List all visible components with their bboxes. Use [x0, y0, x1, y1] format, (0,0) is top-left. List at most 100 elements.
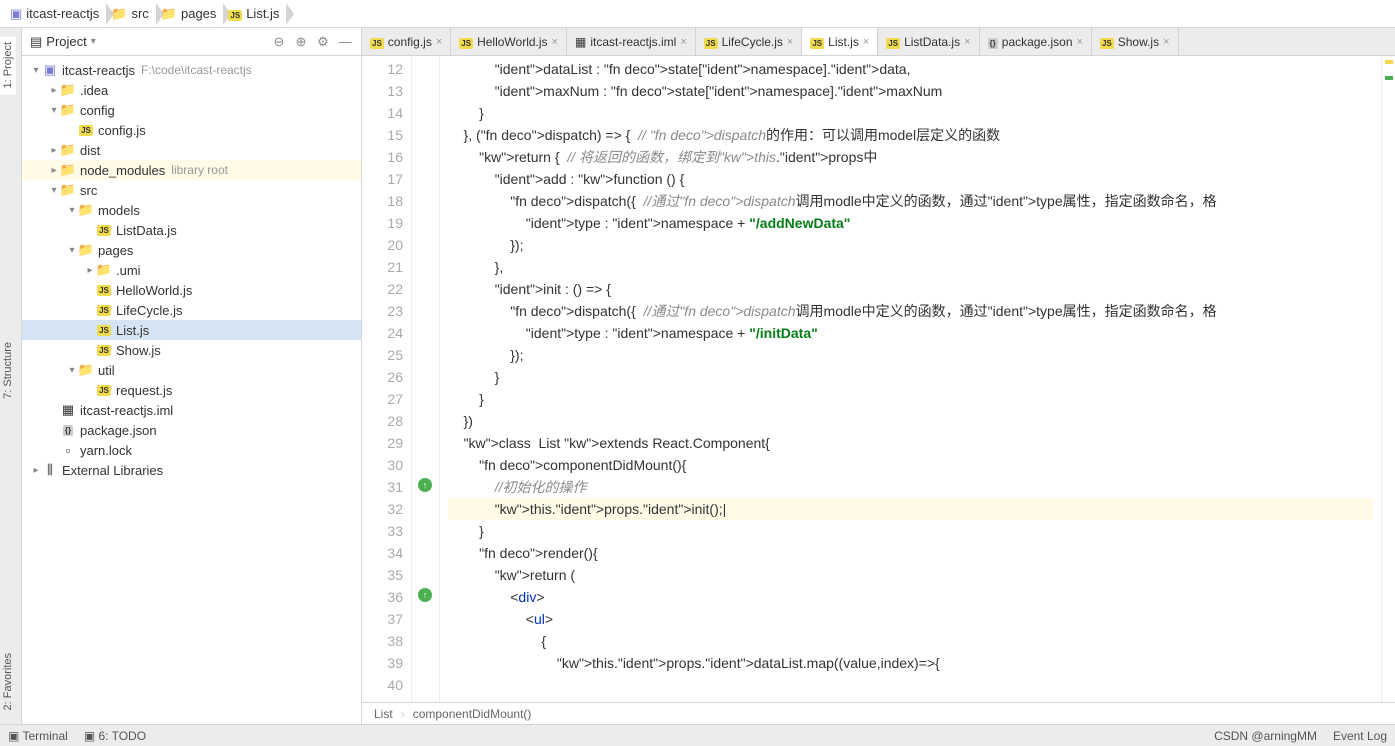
status-item[interactable]: CSDN @arningMM — [1214, 729, 1317, 743]
tree-node[interactable]: ▾ 📁 config — [22, 100, 361, 120]
code-line[interactable]: "ident">init : () => { — [448, 278, 1373, 300]
tree-node[interactable]: ▾ 📁 models — [22, 200, 361, 220]
status-tool-button[interactable]: ▣ 6: TODO — [84, 729, 146, 743]
chevron-down-icon[interactable]: ▾ — [91, 36, 96, 47]
close-icon[interactable]: × — [1163, 36, 1169, 48]
tree-node[interactable]: ▾ ▣ itcast-reactjs F:\code\itcast-reactj… — [22, 60, 361, 80]
tree-arrow-icon[interactable]: ▸ — [48, 85, 60, 96]
code-line[interactable]: "ident">type : "ident">namespace + "/add… — [448, 212, 1373, 234]
code-line[interactable]: "kw">this."ident">props."ident">init();| — [448, 498, 1373, 520]
tree-arrow-icon[interactable]: ▸ — [48, 145, 60, 156]
tree-node[interactable]: ▦ itcast-reactjs.iml — [22, 400, 361, 420]
editor-tab[interactable]: JSLifeCycle.js × — [696, 28, 803, 55]
tree-arrow-icon[interactable]: ▸ — [48, 165, 60, 176]
code-line[interactable]: "kw">this."ident">props."ident">dataList… — [448, 652, 1373, 674]
locate-icon[interactable]: ⊕ — [293, 34, 309, 50]
code-line[interactable]: { — [448, 630, 1373, 652]
tree-node[interactable]: ▫ yarn.lock — [22, 440, 361, 460]
breadcrumb-item[interactable]: ▣itcast-reactjs — [6, 3, 107, 25]
tree-node[interactable]: JS LifeCycle.js — [22, 300, 361, 320]
close-icon[interactable]: × — [680, 36, 686, 48]
breadcrumb-item[interactable]: 📁pages — [157, 3, 225, 25]
tree-node[interactable]: ▸ 📁 .umi — [22, 260, 361, 280]
code-line[interactable]: "fn deco">componentDidMount(){ — [448, 454, 1373, 476]
close-icon[interactable]: × — [1077, 36, 1083, 48]
tree-node[interactable]: ▸ ⫼ External Libraries — [22, 460, 361, 480]
code-line[interactable]: "ident">type : "ident">namespace + "/ini… — [448, 322, 1373, 344]
tree-node[interactable]: JS config.js — [22, 120, 361, 140]
tree-arrow-icon[interactable]: ▸ — [30, 465, 42, 476]
code-line[interactable]: }, ("fn deco">dispatch) => { // "fn deco… — [448, 124, 1373, 146]
code-line[interactable]: "ident">maxNum : "fn deco">state["ident"… — [448, 80, 1373, 102]
project-dropdown-icon[interactable]: ▤ — [30, 34, 42, 50]
tree-node[interactable]: JS Show.js — [22, 340, 361, 360]
collapse-icon[interactable]: ⊖ — [271, 34, 287, 50]
tree-node[interactable]: {} package.json — [22, 420, 361, 440]
code-line[interactable]: <div> — [448, 586, 1373, 608]
status-item[interactable]: Event Log — [1333, 729, 1387, 743]
code-breadcrumb-item[interactable]: componentDidMount() — [413, 707, 532, 721]
tree-node[interactable]: ▾ 📁 util — [22, 360, 361, 380]
tree-arrow-icon[interactable]: ▾ — [66, 205, 78, 216]
editor-tab[interactable]: ▦itcast-reactjs.iml × — [567, 28, 696, 55]
editor-tab[interactable]: JSShow.js × — [1092, 28, 1179, 55]
tree-arrow-icon[interactable]: ▾ — [30, 65, 42, 76]
project-tree[interactable]: ▾ ▣ itcast-reactjs F:\code\itcast-reactj… — [22, 56, 361, 724]
tree-node[interactable]: ▸ 📁 dist — [22, 140, 361, 160]
tree-arrow-icon[interactable]: ▸ — [84, 265, 96, 276]
code-line[interactable]: }); — [448, 344, 1373, 366]
tree-node[interactable]: ▸ 📁 node_modules library root — [22, 160, 361, 180]
close-icon[interactable]: × — [964, 36, 970, 48]
breadcrumb-item[interactable]: 📁src — [107, 3, 157, 25]
code-line[interactable]: "kw">class List "kw">extends React.Compo… — [448, 432, 1373, 454]
close-icon[interactable]: × — [787, 36, 793, 48]
tree-node[interactable]: JS request.js — [22, 380, 361, 400]
code-line[interactable]: } — [448, 388, 1373, 410]
code-line[interactable]: "fn deco">dispatch({ //通过"fn deco">dispa… — [448, 190, 1373, 212]
tree-arrow-icon[interactable]: ▾ — [66, 365, 78, 376]
code-line[interactable]: "ident">dataList : "fn deco">state["iden… — [448, 58, 1373, 80]
editor-tab[interactable]: {}package.json × — [980, 28, 1092, 55]
code-line[interactable]: }) — [448, 410, 1373, 432]
right-error-stripe[interactable] — [1381, 56, 1395, 702]
tree-node[interactable]: JS ListData.js — [22, 220, 361, 240]
tree-arrow-icon[interactable]: ▾ — [48, 105, 60, 116]
code-line[interactable]: } — [448, 520, 1373, 542]
code-content[interactable]: "ident">dataList : "fn deco">state["iden… — [440, 56, 1381, 702]
tree-node[interactable]: ▾ 📁 pages — [22, 240, 361, 260]
code-line[interactable]: "kw">return ( — [448, 564, 1373, 586]
code-line[interactable]: <ul> — [448, 608, 1373, 630]
code-line[interactable]: }, — [448, 256, 1373, 278]
tree-node[interactable]: JS HelloWorld.js — [22, 280, 361, 300]
code-line[interactable]: }); — [448, 234, 1373, 256]
code-line[interactable]: //初始化的操作 — [448, 476, 1373, 498]
close-icon[interactable]: × — [552, 36, 558, 48]
close-icon[interactable]: × — [863, 36, 869, 48]
tree-node[interactable]: ▾ 📁 src — [22, 180, 361, 200]
editor-tab[interactable]: JSListData.js × — [878, 28, 979, 55]
editor-tab[interactable]: JSList.js × — [802, 28, 878, 55]
tree-arrow-icon[interactable]: ▾ — [66, 245, 78, 256]
override-gutter-icon[interactable]: ↑ — [418, 478, 432, 492]
breadcrumb-item[interactable]: JSList.js — [224, 3, 287, 25]
close-icon[interactable]: × — [436, 36, 442, 48]
tree-node[interactable]: ▸ 📁 .idea — [22, 80, 361, 100]
panel-title[interactable]: Project — [46, 34, 86, 49]
code-line[interactable]: "ident">add : "kw">function () { — [448, 168, 1373, 190]
code-line[interactable]: } — [448, 102, 1373, 124]
tool-window-tab[interactable]: 2: Favorites — [0, 647, 16, 716]
tree-node[interactable]: JS List.js — [22, 320, 361, 340]
code-area[interactable]: 1213141516171819202122232425262728293031… — [362, 56, 1395, 702]
code-line[interactable]: "fn deco">dispatch({ //通过"fn deco">dispa… — [448, 300, 1373, 322]
code-line[interactable]: "kw">return { // 将返回的函数，绑定到"kw">this."id… — [448, 146, 1373, 168]
code-line[interactable]: } — [448, 366, 1373, 388]
editor-breadcrumb[interactable]: List › componentDidMount() — [362, 702, 1395, 724]
code-line[interactable]: "fn deco">render(){ — [448, 542, 1373, 564]
code-breadcrumb-item[interactable]: List — [374, 707, 393, 721]
status-tool-button[interactable]: ▣ Terminal — [8, 729, 68, 743]
editor-tab[interactable]: JSconfig.js × — [362, 28, 451, 55]
override-gutter-icon[interactable]: ↑ — [418, 588, 432, 602]
tool-window-tab[interactable]: 1: Project — [0, 36, 16, 94]
editor-tab[interactable]: JSHelloWorld.js × — [451, 28, 567, 55]
tool-window-tab[interactable]: 7: Structure — [0, 336, 16, 405]
